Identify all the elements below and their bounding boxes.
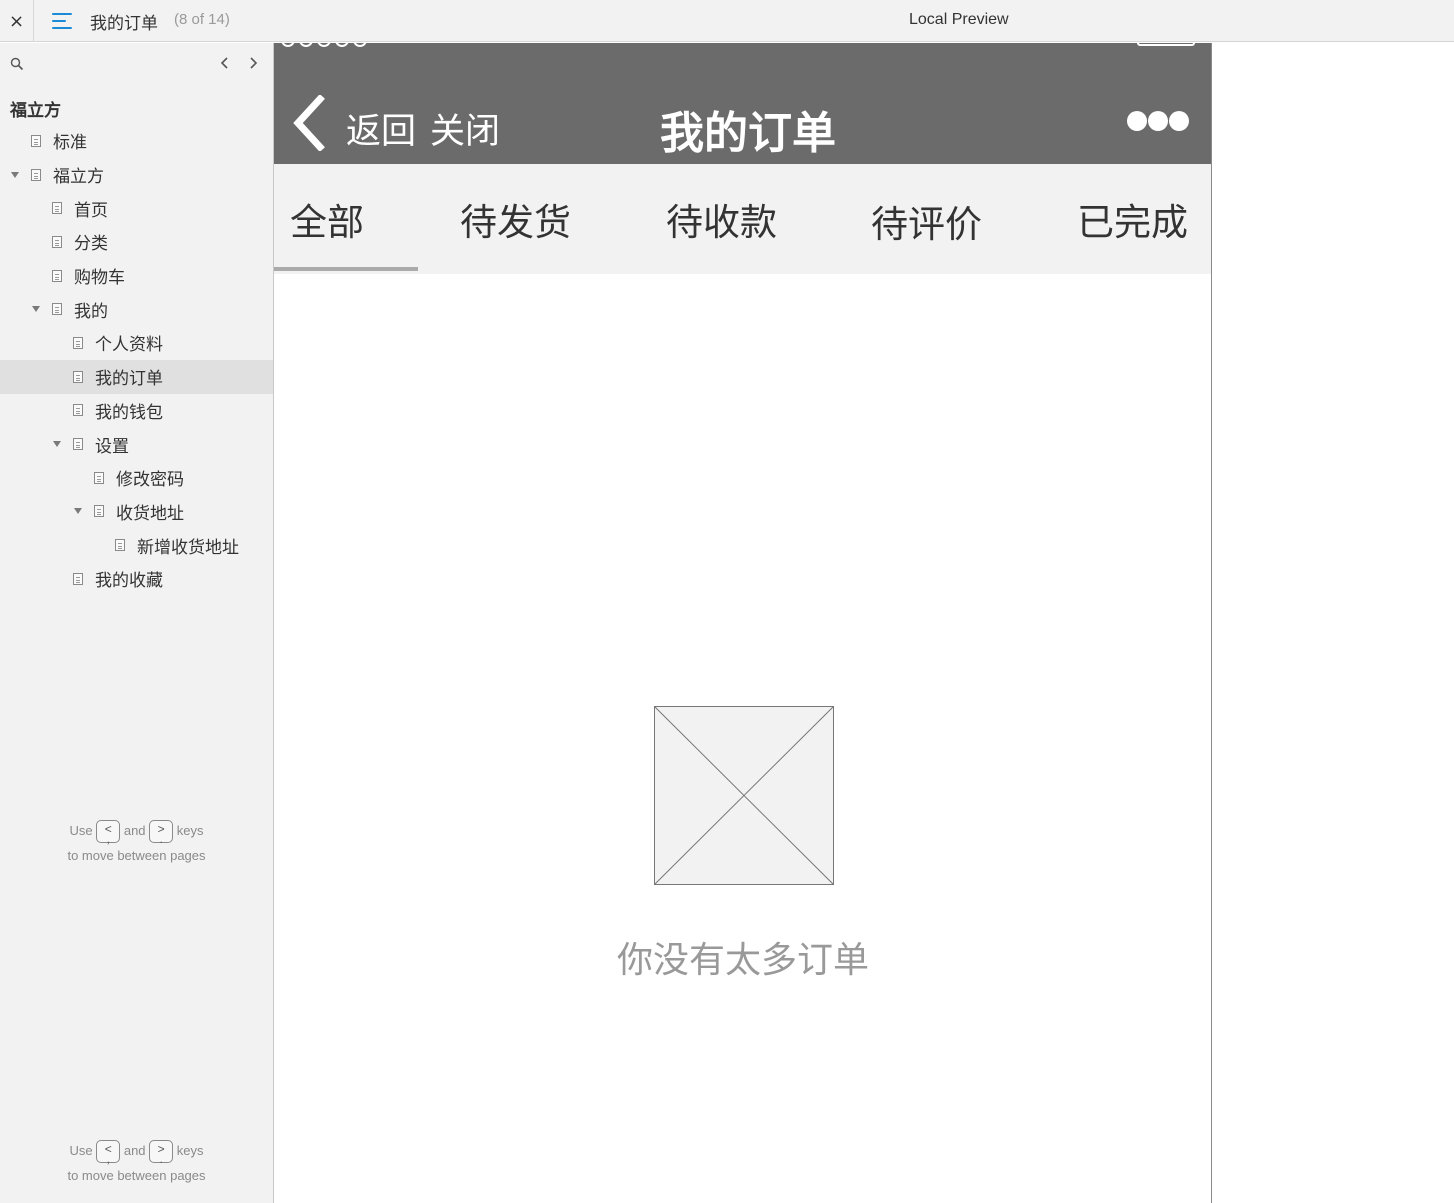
- tab-completed[interactable]: 已完成: [1077, 164, 1188, 274]
- sidebar-item-1[interactable]: 福立方: [0, 158, 273, 192]
- sidebar-item-label: 收货地址: [116, 503, 184, 524]
- page-icon: [31, 134, 41, 147]
- keyboard-hint-footer: Use <, and >. keys to move between pages: [0, 1138, 273, 1188]
- page-icon: [94, 471, 104, 484]
- more-dots-icon[interactable]: [1127, 111, 1189, 131]
- page-icon: [31, 168, 41, 181]
- tab-pending-payment[interactable]: 待收款: [666, 164, 777, 274]
- right-key-icon: >.: [149, 820, 174, 845]
- back-chevron-icon[interactable]: [290, 95, 326, 151]
- sidebar-item-label: 我的收藏: [95, 571, 163, 592]
- hint-line2: to move between pages: [67, 848, 206, 864]
- order-tabs: 全部 待发货 待收款 待评价 已完成: [274, 164, 1211, 276]
- battery-icon: [1137, 43, 1195, 46]
- signal-dots-icon: [281, 43, 367, 47]
- nav-title: 我的订单: [660, 108, 836, 159]
- sidebar-item-6[interactable]: 个人资料: [0, 326, 273, 360]
- sitemap-sidebar: 福立方 标准 福立方 首页 分类 购物车 我的 个人资料 我的订单 我的钱包 设置 修改密码 收货地址…: [0, 43, 274, 1203]
- clock-remnant-icon: [688, 43, 778, 47]
- expand-toggle-icon[interactable]: [10, 170, 20, 180]
- page-icon: [52, 235, 62, 248]
- back-button[interactable]: 返回: [346, 103, 416, 154]
- expand-toggle-icon[interactable]: [31, 304, 41, 314]
- hint-line2: to move between pages: [67, 1168, 206, 1184]
- right-key-icon: >.: [149, 1140, 174, 1165]
- hint-keys: keys: [176, 823, 204, 838]
- top-bar: × 我的订单 (8 of 14) Local Preview: [0, 0, 1454, 42]
- sidebar-item-2[interactable]: 首页: [0, 191, 273, 225]
- sidebar-item-0[interactable]: 标准: [0, 124, 273, 158]
- chevron-right-icon[interactable]: [244, 53, 262, 73]
- sidebar-item-label: 分类: [74, 234, 108, 255]
- page-icon: [73, 404, 83, 417]
- hint-and: and: [123, 1143, 146, 1158]
- page-count: (8 of 14): [174, 11, 230, 28]
- sidebar-item-label: 我的钱包: [95, 402, 163, 423]
- sidebar-item-label: 首页: [74, 200, 108, 221]
- hint-keys: keys: [176, 1143, 204, 1158]
- expand-toggle-icon[interactable]: [52, 439, 62, 449]
- page-icon: [73, 572, 83, 585]
- preview-title: Local Preview: [909, 11, 1009, 28]
- sidebar-item-9[interactable]: 设置: [0, 427, 273, 461]
- page-icon: [115, 539, 125, 552]
- sidebar-item-8[interactable]: 我的钱包: [0, 394, 273, 428]
- sidebar-item-label: 修改密码: [116, 470, 184, 491]
- page-icon: [52, 202, 62, 215]
- sidebar-item-label: 个人资料: [95, 335, 163, 356]
- tab-pending-review[interactable]: 待评价: [871, 166, 982, 276]
- sidebar-item-label: 新增收货地址: [137, 537, 239, 558]
- image-placeholder-icon: [654, 706, 834, 885]
- tab-pending-shipment[interactable]: 待发货: [460, 164, 571, 274]
- hamburger-menu-icon[interactable]: [52, 12, 72, 30]
- sidebar-item-3[interactable]: 分类: [0, 225, 273, 259]
- sidebar-item-13[interactable]: 我的收藏: [0, 562, 273, 596]
- sidebar-item-4[interactable]: 购物车: [0, 259, 273, 293]
- sidebar-item-label: 购物车: [74, 268, 125, 289]
- active-tab-indicator: [274, 267, 418, 271]
- page-icon: [94, 505, 104, 518]
- nav-bar: 返回 关闭 我的订单: [274, 43, 1211, 164]
- prototype-canvas: 返回 关闭 我的订单 全部 待发货 待收款 待评价 已完成 你没有太多订单: [274, 43, 1212, 1203]
- page-icon: [73, 336, 83, 349]
- sidebar-item-11[interactable]: 收货地址: [0, 495, 273, 529]
- sidebar-item-10[interactable]: 修改密码: [0, 461, 273, 495]
- sidebar-item-label: 我的订单: [95, 369, 163, 390]
- left-key-icon: <,: [96, 1140, 121, 1165]
- page-icon: [73, 370, 83, 383]
- sidebar-item-5[interactable]: 我的: [0, 292, 273, 326]
- left-key-icon: <,: [96, 820, 121, 845]
- sidebar-item-label: 福立方: [53, 167, 104, 188]
- sidebar-item-label: 设置: [95, 436, 129, 457]
- empty-orders-message: 你没有太多订单: [616, 940, 869, 981]
- close-icon[interactable]: ×: [0, 0, 34, 42]
- sitemap-tree: 标准福立方首页分类购物车我的个人资料我的订单我的钱包设置修改密码收货地址新增收货…: [0, 124, 273, 596]
- hint-and: and: [123, 823, 146, 838]
- keyboard-hint: Use <, and >. keys to move between pages: [0, 818, 273, 868]
- page-icon: [52, 303, 62, 316]
- sidebar-item-label: 标准: [53, 133, 87, 154]
- sidebar-item-7[interactable]: 我的订单: [0, 359, 273, 394]
- search-icon[interactable]: [10, 57, 24, 71]
- current-page-title: 我的订单: [90, 14, 158, 34]
- expand-toggle-icon[interactable]: [73, 506, 83, 516]
- hint-use: Use: [69, 823, 93, 838]
- close-button[interactable]: 关闭: [430, 103, 500, 154]
- hint-use: Use: [69, 1143, 93, 1158]
- page-icon: [73, 438, 83, 451]
- chevron-left-icon[interactable]: [216, 53, 234, 73]
- page-icon: [52, 269, 62, 282]
- sidebar-item-12[interactable]: 新增收货地址: [0, 528, 273, 562]
- project-name: 福立方: [10, 101, 61, 121]
- sidebar-item-label: 我的: [74, 301, 108, 322]
- tab-all[interactable]: 全部: [290, 164, 364, 274]
